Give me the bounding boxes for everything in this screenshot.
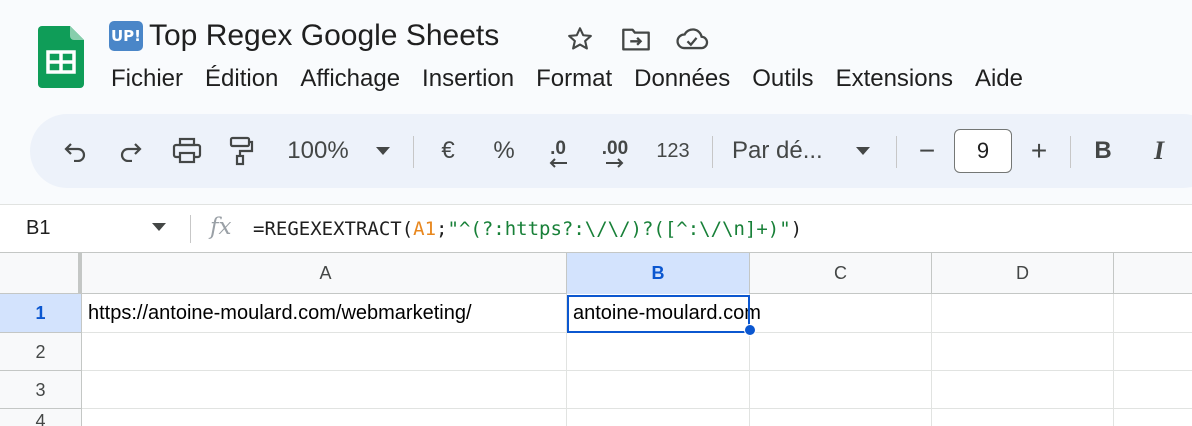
toolbar-divider [896,136,897,168]
toolbar-divider [712,136,713,168]
cell-c3[interactable] [750,371,932,409]
row-header-3[interactable]: 3 [0,371,82,409]
row-header-4[interactable]: 4 [0,409,82,426]
column-header-c[interactable]: C [750,253,932,294]
move-to-folder-icon[interactable] [616,22,656,56]
cell-e1[interactable] [1114,294,1192,333]
font-size-decrease-button[interactable]: − [912,114,942,188]
cell-c4[interactable] [750,409,932,426]
menu-edition[interactable]: Édition [194,60,289,98]
row-header-2[interactable]: 2 [0,333,82,371]
menu-aide[interactable]: Aide [964,60,1034,98]
cell-d2[interactable] [932,333,1114,371]
fx-icon: fx [210,214,232,240]
formula-bar: B1 fx =REGEXEXTRACT(A1;"^(?:https?:\/\/)… [0,204,1192,252]
percent-format-button[interactable]: % [488,114,520,188]
column-header-a[interactable]: A [85,253,567,294]
formula-string: "^(?:https?:\/\/)?([^:\/\n]+)" [447,218,791,240]
italic-button[interactable]: I [1144,114,1174,188]
arrow-right-icon [606,158,624,168]
undo-icon[interactable] [58,114,92,188]
name-box-value: B1 [26,217,51,239]
star-icon[interactable] [560,22,600,56]
font-size-increase-button[interactable]: + [1024,114,1054,188]
menu-affichage[interactable]: Affichage [289,60,411,98]
google-sheets-window: UP! Top Regex Google Sheets Fichier Édit… [0,0,1192,426]
cell-d4[interactable] [932,409,1114,426]
print-icon[interactable] [168,114,206,188]
cell-e2[interactable] [1114,333,1192,371]
column-header-d[interactable]: D [932,253,1114,294]
font-value: Par dé... [732,137,823,164]
fill-handle[interactable] [744,324,756,336]
formula-separator: ; [436,218,448,240]
header: UP! Top Regex Google Sheets Fichier Édit… [0,0,1192,110]
cell-b3[interactable] [567,371,750,409]
menu-outils[interactable]: Outils [741,60,824,98]
cloud-saved-icon[interactable] [672,22,712,56]
cell-e3[interactable] [1114,371,1192,409]
cell-b2[interactable] [567,333,750,371]
row-header-1[interactable]: 1 [0,294,82,333]
select-all-corner[interactable] [0,253,82,294]
zoom-value: 100% [287,137,349,164]
title-actions [560,22,712,56]
toolbar-divider [413,136,414,168]
toolbar: 100% € % .0 .00 123 Par dé... − 9 + B I [30,114,1192,188]
formula-close-paren: ) [790,218,803,240]
font-chevron-down-icon[interactable] [852,114,874,188]
cell-b4[interactable] [567,409,750,426]
font-size-input[interactable]: 9 [954,129,1012,173]
formula-cell-reference: A1 [413,218,437,240]
bold-button[interactable]: B [1088,114,1118,188]
menu-fichier[interactable]: Fichier [100,60,194,98]
menu-format[interactable]: Format [525,60,623,98]
menu-bar: Fichier Édition Affichage Insertion Form… [100,60,1034,98]
up-emoji: UP! [109,21,143,51]
font-select[interactable]: Par dé... [732,114,842,188]
document-title-row: UP! Top Regex Google Sheets [109,16,499,56]
cell-b1[interactable]: antoine-moulard.com [567,294,761,333]
menu-donnees[interactable]: Données [623,60,741,98]
redo-icon[interactable] [114,114,148,188]
currency-format-button[interactable]: € [432,114,464,188]
cell-a1[interactable]: https://antoine-moulard.com/webmarketing… [82,294,567,333]
cell-c2[interactable] [750,333,932,371]
arrow-left-icon [549,158,567,168]
name-box[interactable]: B1 [0,205,190,253]
cell-a4[interactable] [82,409,567,426]
zoom-chevron-down-icon[interactable] [372,114,394,188]
zoom-select[interactable]: 100% [282,114,354,188]
cell-a2[interactable] [82,333,567,371]
column-header-e[interactable] [1114,253,1192,294]
menu-extensions[interactable]: Extensions [825,60,964,98]
document-title[interactable]: Top Regex Google Sheets [149,19,499,53]
sheets-logo-icon[interactable] [38,26,84,88]
cell-d1[interactable] [932,294,1114,333]
increase-decimals-button[interactable]: .00 [594,114,636,188]
cell-a3[interactable] [82,371,567,409]
paint-format-icon[interactable] [224,114,258,188]
column-header-row: A B C D [0,252,1192,294]
spreadsheet-grid: A B C D 1 2 3 4 https://antoine-moulard.… [0,252,1192,426]
formula-input[interactable]: =REGEXEXTRACT(A1;"^(?:https?:\/\/)?([^:\… [253,218,802,240]
menu-insertion[interactable]: Insertion [411,60,525,98]
column-header-b[interactable]: B [567,253,750,294]
cell-d3[interactable] [932,371,1114,409]
cell-c1[interactable] [750,294,932,333]
toolbar-divider [1070,136,1071,168]
formula-bar-divider [190,215,191,243]
more-formats-button[interactable]: 123 [652,114,694,188]
formula-function: =REGEXEXTRACT( [253,218,414,240]
name-box-chevron-down-icon[interactable] [152,223,166,231]
cell-e4[interactable] [1114,409,1192,426]
decrease-decimals-button[interactable]: .0 [538,114,578,188]
